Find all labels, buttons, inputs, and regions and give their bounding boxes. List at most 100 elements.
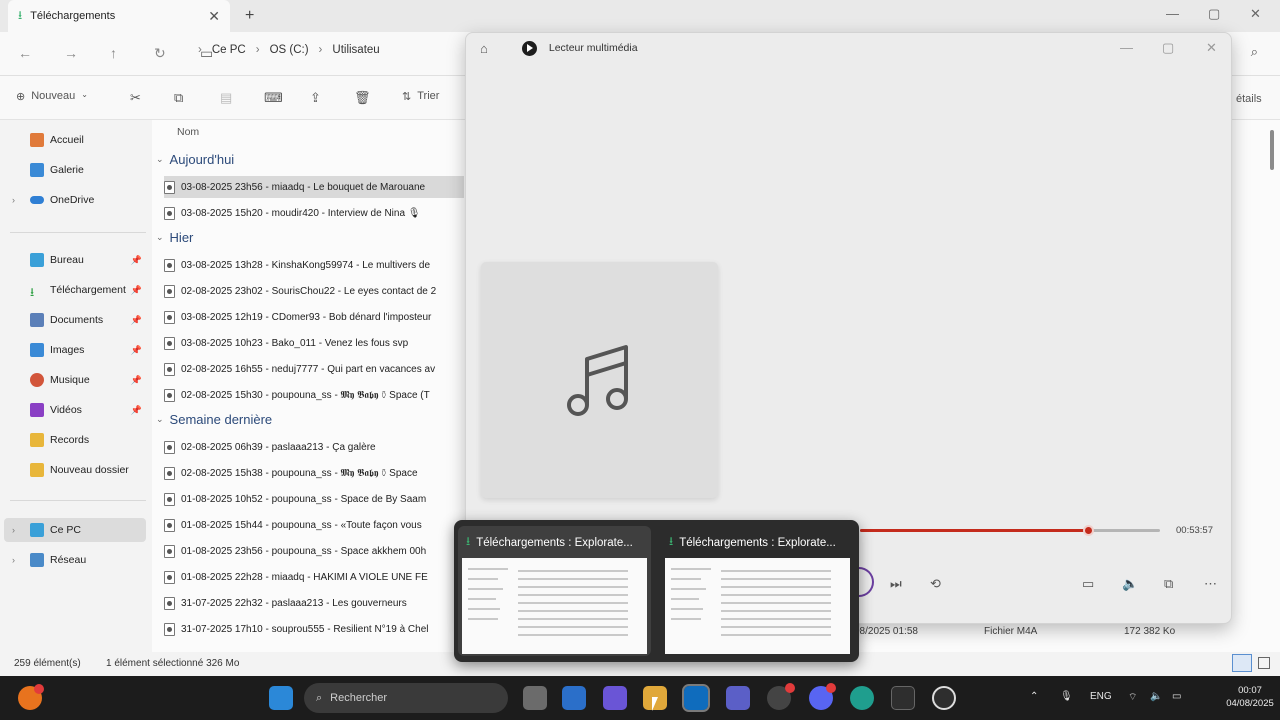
sidebar-item-telechargement[interactable]: ⭳ Téléchargement 📌 [12, 278, 146, 302]
close-window-button[interactable]: ✕ [1250, 6, 1261, 22]
forward-arrow-icon[interactable]: → [64, 45, 78, 61]
copilot-icon[interactable] [603, 686, 627, 710]
delete-icon[interactable]: 🗑 [354, 90, 371, 106]
table-row[interactable]: 02-08-2025 06h39 - paslaaa213 - Ça galèr… [164, 436, 464, 458]
tab-downloads[interactable]: ⭳ Téléchargements ✕ [8, 0, 230, 32]
maximize-button[interactable]: ▢ [1208, 6, 1220, 22]
table-row[interactable]: 03-08-2025 10h23 - Bako_011 - Venez les … [164, 332, 464, 354]
audio-file-icon [164, 206, 175, 220]
breadcrumb-item[interactable]: Ce PC [212, 44, 246, 56]
minimize-button[interactable]: — [1120, 40, 1133, 55]
sidebar-item-images[interactable]: Images 📌 [12, 338, 146, 362]
microphone-icon[interactable]: 🎙 [1060, 691, 1073, 702]
volume-icon[interactable]: 🔈 [1122, 576, 1138, 592]
maximize-button[interactable]: ▢ [1162, 40, 1174, 56]
taskbar-search[interactable]: ⌕ Rechercher [304, 683, 508, 713]
file-size: 172 382 Ko [1124, 626, 1176, 637]
cloud-icon [30, 196, 44, 204]
breadcrumb-item[interactable]: Utilisateu [332, 44, 379, 56]
table-row[interactable]: 02-08-2025 23h02 - SourisChou22 - Le eye… [164, 280, 464, 302]
table-row[interactable]: 03-08-2025 23h56 - miaadq - Le bouquet d… [164, 176, 464, 198]
sidebar-item-documents[interactable]: Documents 📌 [12, 308, 146, 332]
group-header[interactable]: ⌄ Semaine dernière [156, 412, 272, 427]
copy-icon[interactable]: ⧉ [174, 90, 183, 106]
close-tab-icon[interactable]: ✕ [208, 8, 220, 25]
seek-handle[interactable] [1083, 525, 1094, 536]
teams-icon[interactable] [726, 686, 750, 710]
edge-icon[interactable] [850, 686, 874, 710]
tiles-view-icon[interactable] [1258, 657, 1270, 669]
item-count: 259 élément(s) [14, 658, 81, 669]
column-header-name[interactable]: Nom [177, 126, 199, 138]
seek-bar[interactable] [860, 525, 1160, 536]
pin-icon: 📌 [130, 404, 142, 415]
sidebar-item-galerie[interactable]: Galerie [12, 158, 146, 182]
task-view-icon[interactable] [523, 686, 547, 710]
new-button[interactable]: ⊕ Nouveau ⌄ [16, 90, 88, 103]
table-row[interactable]: 02-08-2025 15h30 - poupouna_ss - 𝕸𝖞 𝕭𝖆𝖇𝖞… [164, 384, 464, 406]
table-row[interactable]: 03-08-2025 12h19 - CDomer93 - Bob dénard… [164, 306, 464, 328]
details-pane-button[interactable]: étails [1236, 93, 1262, 105]
sidebar-item-musique[interactable]: Musique 📌 [12, 368, 146, 392]
table-row[interactable]: 01-08-2025 10h52 - poupouna_ss - Space d… [164, 488, 464, 510]
search-icon[interactable]: ⌕ [1251, 44, 1258, 60]
paste-icon[interactable]: ▤ [220, 90, 232, 106]
language-indicator[interactable]: ENG [1090, 691, 1112, 702]
table-row[interactable]: 01-08-2025 23h56 - poupouna_ss - Space a… [164, 540, 464, 562]
sidebar-item-videos[interactable]: Vidéos 📌 [12, 398, 146, 422]
audio-file-icon [164, 492, 175, 506]
back-arrow-icon[interactable]: ← [18, 45, 32, 61]
videos-icon [30, 403, 44, 417]
details-view-icon[interactable] [1232, 654, 1252, 672]
new-tab-button[interactable]: + [245, 7, 254, 25]
repeat-icon[interactable]: ⟲ [930, 576, 941, 592]
table-row[interactable]: 02-08-2025 15h38 - poupouna_ss - 𝕸𝖞 𝕭𝖆𝖇𝖞… [164, 462, 464, 484]
minimize-button[interactable]: — [1166, 6, 1179, 21]
more-options-icon[interactable]: ⋯ [1204, 576, 1217, 592]
home-icon[interactable]: ⌂ [480, 41, 488, 56]
thumbnail-window-2[interactable]: ⭳ Téléchargements : Explorate... [661, 526, 854, 656]
sidebar-item-ce-pc[interactable]: › Ce PC [4, 518, 146, 542]
sidebar-item-nouveau-dossier[interactable]: Nouveau dossier [12, 458, 146, 482]
taskbar-thumbnail-preview: ⭳ Téléchargements : Explorate... ⭳ Télécha… [454, 520, 859, 662]
table-row[interactable]: 31-07-2025 22h32 - paslaaa213 - Les gouv… [164, 592, 464, 614]
rename-icon[interactable]: ⌨ [264, 90, 283, 106]
cut-icon[interactable]: ✂ [130, 90, 141, 106]
chevron-up-icon[interactable]: ⌃ [1030, 691, 1038, 702]
breadcrumb-item[interactable]: OS (C:) [270, 44, 309, 56]
audio-app-icon[interactable] [891, 686, 915, 710]
up-arrow-icon[interactable]: ↑ [110, 45, 117, 61]
media-player-icon[interactable] [932, 686, 956, 710]
sidebar-item-accueil[interactable]: Accueil [12, 128, 146, 152]
wifi-icon[interactable]: ⌔ [1128, 691, 1137, 704]
group-header[interactable]: ⌄ Hier [156, 230, 193, 245]
table-row[interactable]: 31-07-2025 17h10 - souprou555 - Resilien… [164, 618, 464, 640]
sidebar-item-reseau[interactable]: › Réseau [12, 548, 146, 572]
sidebar-item-bureau[interactable]: Bureau 📌 [12, 248, 146, 272]
close-window-button[interactable]: ✕ [1206, 40, 1217, 56]
table-row[interactable]: 03-08-2025 15h20 - moudir420 - Interview… [164, 202, 464, 224]
table-row[interactable]: 03-08-2025 13h28 - KinshaKong59974 - Le … [164, 254, 464, 276]
windows-start-icon[interactable] [269, 686, 293, 710]
miniplayer-icon[interactable]: ▭ [1082, 576, 1094, 592]
sidebar-item-records[interactable]: Records [12, 428, 146, 452]
app-icon-1[interactable] [562, 686, 586, 710]
sidebar-item-label: OneDrive [50, 194, 95, 206]
system-clock[interactable]: 00:07 04/08/2025 [1226, 684, 1274, 710]
refresh-icon[interactable]: ↻ [154, 45, 166, 62]
table-row[interactable]: 01-08-2025 22h28 - miaadq - HAKIMI A VIO… [164, 566, 464, 588]
table-row[interactable]: 01-08-2025 15h44 - poupouna_ss - «Toute … [164, 514, 464, 536]
share-icon[interactable]: ⇪ [310, 90, 321, 106]
volume-icon[interactable]: 🔈 [1150, 691, 1162, 702]
thumbnail-window-1[interactable]: ⭳ Téléchargements : Explorate... [458, 526, 651, 656]
cast-icon[interactable]: ⧉ [1164, 576, 1173, 592]
battery-icon[interactable]: ▭ [1172, 691, 1181, 702]
table-row[interactable]: 02-08-2025 16h55 - neduj7777 - Qui part … [164, 358, 464, 380]
sidebar-item-onedrive[interactable]: › OneDrive [12, 188, 146, 212]
sort-button[interactable]: ⇅ Trier [402, 90, 439, 103]
next-track-icon[interactable]: ⏭ [890, 576, 902, 592]
breadcrumb[interactable]: › Ce PC › OS (C:) › Utilisateu [198, 44, 380, 56]
outlook-icon[interactable] [682, 684, 710, 712]
scrollbar-thumb[interactable] [1270, 130, 1274, 170]
group-header[interactable]: ⌄ Aujourd'hui [156, 152, 234, 167]
